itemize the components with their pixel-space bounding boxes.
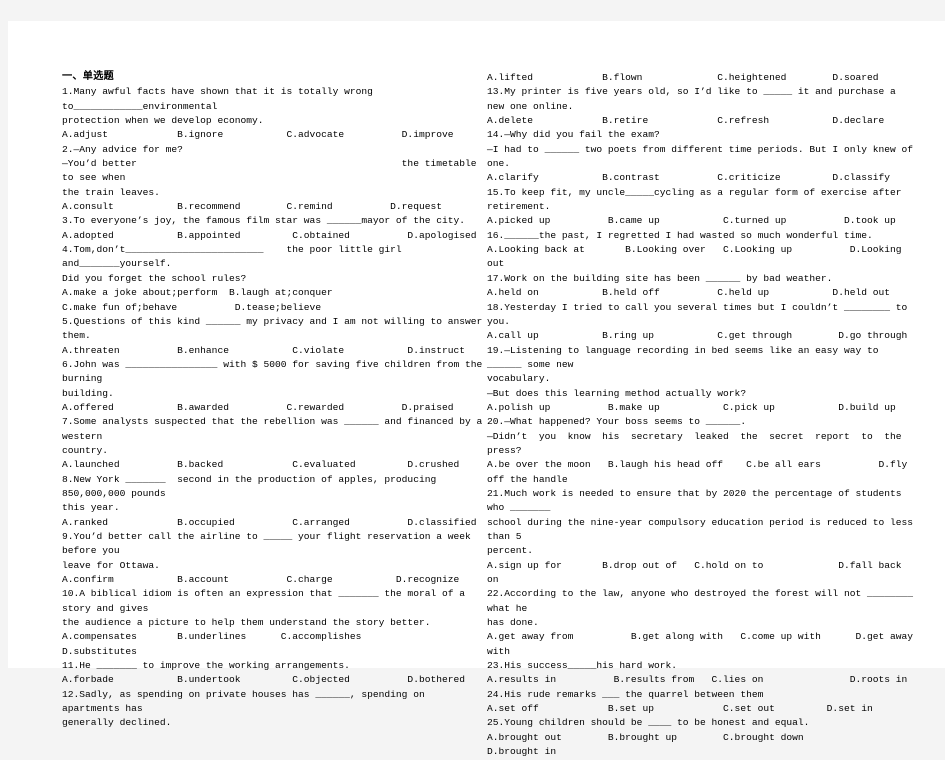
question-line: A.brought out B.brought up C.brought dow… (487, 731, 879, 758)
question-line: 5.Questions of this kind ______ my priva… (62, 315, 489, 342)
left-column-lines: 1.Many awful facts have shown that it is… (62, 85, 484, 730)
section-title: 一、单选题 (62, 72, 114, 83)
left-column: 一、单选题 1.Many awful facts have shown that… (62, 71, 484, 731)
question-line: —But does this learning method actually … (487, 387, 747, 399)
question-line: generally declined. (62, 717, 172, 729)
question-line: the train leaves. (62, 186, 160, 198)
question-line: —You’d better the timetable to see when (62, 158, 483, 184)
question-line: this year. (62, 502, 120, 514)
question-line: 25.Young children should be ____ to be h… (487, 717, 810, 729)
question-line: 3.To everyone’s joy, the famous film sta… (62, 215, 466, 227)
question-line: the audience a picture to help them unde… (62, 617, 431, 629)
question-line: A.set off B.set up C.set out D.set in (487, 703, 873, 715)
question-line: A.be over the moon B.laugh his head off … (487, 459, 914, 485)
question-line: A.Looking back at B.Looking over C.Looki… (487, 244, 908, 270)
question-line: A.call up B.ring up C.get through D.go t… (487, 330, 908, 342)
question-line: —Didn’t you know his secretary leaked th… (487, 430, 914, 456)
question-line: A.get away from B.get along with C.come … (487, 631, 919, 657)
right-column: A.lifted B.flown C.heightened D.soared 13… (487, 71, 917, 760)
two-column-layout: 一、单选题 1.Many awful facts have shown that… (62, 71, 922, 760)
question-line: country. (62, 444, 109, 456)
question-line: school during the nine-year compulsory e… (487, 516, 919, 542)
question-line: 24.His rude remarks ___ the quarrel betw… (487, 688, 764, 700)
question-line: 14.—Why did you fail the exam? (487, 129, 660, 141)
question-line: A.picked up B.came up C.turned up D.took… (487, 215, 896, 227)
question-line: 15.To keep fit, my uncle_____cycling as … (487, 186, 908, 213)
question-line: A.make a joke about;perform B.laugh at;c… (62, 287, 333, 299)
question-line: 13.My printer is five years old, so I’d … (487, 86, 902, 112)
question-line: has done. (487, 617, 539, 629)
question-line: A.held on B.held off C.held up D.held ou… (487, 287, 891, 299)
question-line: 17.Work on the building site has been __… (487, 272, 833, 284)
question-line: A.consult B.recommend C.remind D.request (62, 201, 442, 213)
question-line: 12.Sadly, as spending on private houses … (62, 688, 431, 715)
question-line: 23.His success_____his hard work. (487, 660, 677, 672)
question-line: 18.Yesterday I tried to call you several… (487, 301, 914, 327)
question-line: 6.John was ________________ with $ 5000 … (62, 358, 489, 385)
question-line: 19.—Listening to language recording in b… (487, 344, 885, 370)
question-line: A.sign up for B.drop out of C.hold on to… (487, 559, 908, 586)
question-line: 2.—Any advice for me? (62, 143, 183, 155)
question-line: 4.Tom,don’t________________________ the … (62, 244, 408, 270)
question-line: A.polish up B.make up C.pick up D.build … (487, 401, 896, 413)
question-line: percent. (487, 545, 534, 557)
question-line: 8.New York _______ second in the product… (62, 473, 442, 499)
question-line: A.confirm B.account C.charge D.recognize (62, 574, 460, 586)
question-line: 11.He _______ to improve the working arr… (62, 660, 350, 672)
question-line: A.adopted B.appointed C.obtained D.apolo… (62, 229, 477, 241)
question-line: A.clarify B.contrast C.criticize D.class… (487, 172, 891, 184)
right-column-lines: A.lifted B.flown C.heightened D.soared 13… (487, 71, 917, 760)
question-line: 1.Many awful facts have shown that it is… (62, 86, 379, 112)
question-line: 9.You’d better call the airline to _____… (62, 531, 477, 557)
question-line: 20.—What happened? Your boss seems to __… (487, 416, 747, 428)
question-line: protection when we develop economy. (62, 115, 264, 127)
question-line: A.launched B.backed C.evaluated D.crushe… (62, 459, 460, 471)
question-line: vocabulary. (487, 373, 551, 385)
question-line: A.compensates B.underlines C.accomplishe… (62, 631, 425, 657)
document-page: 一、单选题 1.Many awful facts have shown that… (8, 21, 945, 757)
question-line: A.results in B.results from C.lies on D.… (487, 674, 908, 686)
question-line: 22.According to the law, anyone who dest… (487, 588, 919, 614)
question-line: —I had to ______ two poets from differen… (487, 143, 919, 170)
question-line: 16.______the past, I regretted I had was… (487, 229, 873, 241)
question-line: building. (62, 387, 114, 399)
question-line: A.lifted B.flown C.heightened D.soared (487, 72, 879, 83)
question-line: Did you forget the school rules? (62, 272, 247, 284)
question-line: A.ranked B.occupied C.arranged D.classif… (62, 516, 477, 528)
question-line: A.delete B.retire C.refresh D.declare (487, 115, 885, 127)
question-line: C.make fun of;behave D.tease;believe (62, 301, 322, 313)
question-line: 21.Much work is needed to ensure that by… (487, 487, 908, 514)
question-line: 10.A biblical idiom is often an expressi… (62, 588, 471, 614)
question-line: 7.Some analysts suspected that the rebel… (62, 416, 489, 442)
question-line: A.offered B.awarded C.rewarded D.praised (62, 401, 454, 413)
question-line: A.forbade B.undertook C.objected D.bothe… (62, 674, 466, 686)
question-line: leave for Ottawa. (62, 559, 160, 571)
question-line: A.adjust B.ignore C.advocate D.improve (62, 129, 454, 141)
question-line: A.threaten B.enhance C.violate D.instruc… (62, 344, 466, 356)
